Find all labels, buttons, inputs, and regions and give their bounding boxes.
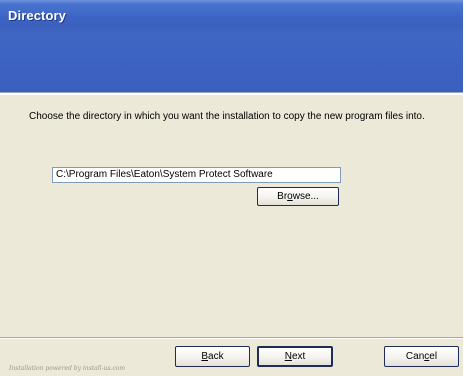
content-panel: Choose the directory in which you want t… (0, 95, 463, 343)
next-label-accel: N (284, 351, 292, 362)
cancel-label-post: el (429, 351, 438, 362)
back-label-post: ack (208, 351, 224, 362)
window-title: Directory (8, 8, 66, 23)
title-bar[interactable]: Directory (0, 0, 463, 34)
cancel-label-pre: Can (405, 351, 425, 362)
browse-label-post: wse... (292, 191, 319, 202)
directory-path-input[interactable] (52, 167, 341, 183)
powered-by-text: Installation powered by install-us.com (9, 365, 126, 372)
back-label-accel: B (201, 351, 209, 362)
next-button[interactable]: Next (257, 346, 333, 367)
back-button[interactable]: Back (175, 346, 250, 367)
browse-label-pre: Br (277, 191, 288, 202)
next-label-post: ext (291, 351, 306, 362)
footer-divider (0, 337, 463, 339)
header-banner (0, 34, 463, 92)
instruction-text: Choose the directory in which you want t… (29, 111, 425, 122)
installer-window: Directory Choose the directory in which … (0, 0, 463, 376)
browse-button[interactable]: Br o wse... (257, 187, 339, 206)
cancel-button[interactable]: Can c el (384, 346, 459, 367)
